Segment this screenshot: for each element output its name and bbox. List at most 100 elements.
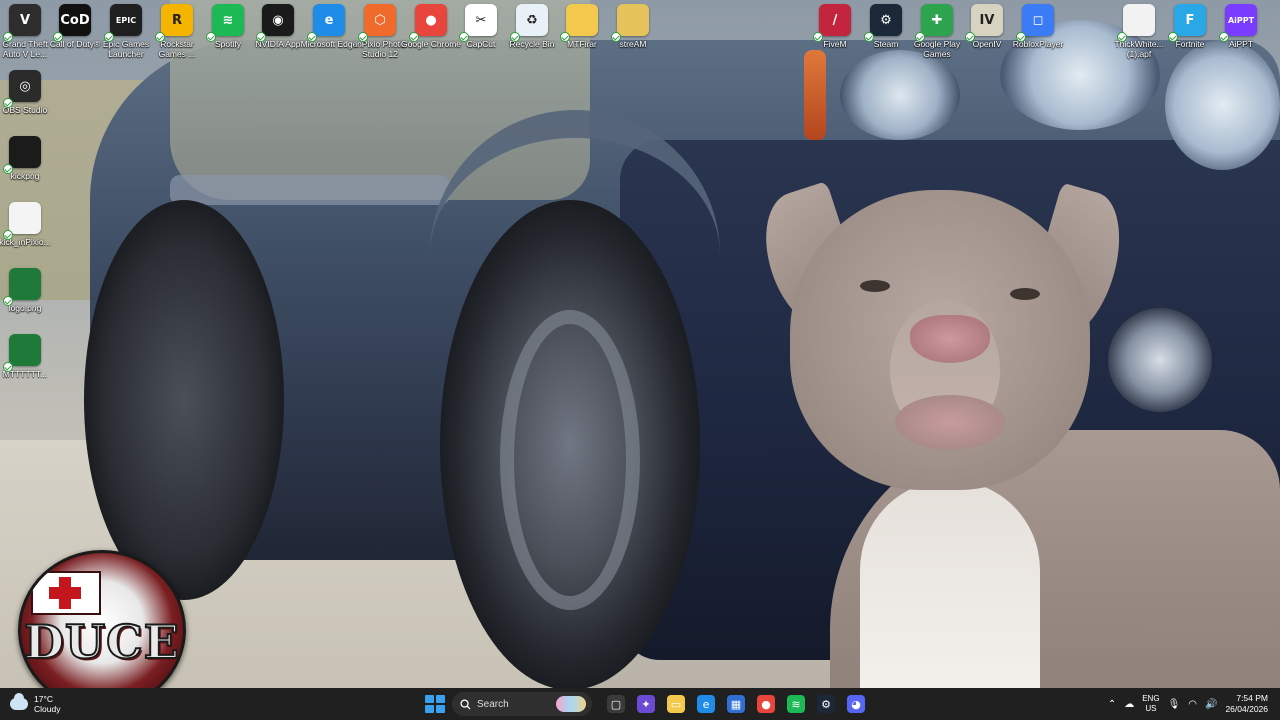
chrome-icon-glyph: ●: [757, 695, 775, 713]
start-button[interactable]: [422, 692, 446, 716]
weather-condition: Cloudy: [34, 704, 61, 714]
desktop-shortcut[interactable]: MTTTTTT...: [0, 334, 50, 394]
nvidia-icon: ◉: [256, 4, 294, 42]
file-explorer-icon[interactable]: ▭: [664, 692, 688, 716]
dog-mouth: [895, 395, 1005, 450]
sync-status-icon: [53, 32, 63, 42]
openiv-icon: IV: [965, 4, 1003, 42]
sync-status-icon: [3, 230, 13, 240]
wifi-icon[interactable]: ◠: [1188, 699, 1197, 710]
weather-temp: 17°C: [34, 694, 53, 704]
windows-logo-square: [436, 695, 445, 703]
taskbar: 17°C Cloudy Search ▢ ✦ ▭ e ▦ ● ≋ ⚙ ◕ ⌃ ☁ ENG US …: [0, 688, 1280, 720]
folder-icon: [560, 4, 598, 42]
chrome-icon: ●: [409, 4, 447, 42]
sync-status-icon: [104, 32, 114, 42]
system-tray: ⌃ ☁ ENG US 🎙 ◠ 🔊 7:54 PM 26/04/2026: [1108, 688, 1272, 720]
sync-status-icon: [3, 164, 13, 174]
desktop-shortcut[interactable]: EPIC Epic Games Launcher: [101, 4, 151, 64]
language-indicator[interactable]: ENG US: [1142, 694, 1159, 714]
sync-status-icon: [965, 32, 975, 42]
desktop-shortcut[interactable]: ⚙ Steam: [861, 4, 911, 64]
chevron-up-icon[interactable]: ⌃: [1108, 699, 1116, 710]
desktop-shortcut[interactable]: ◉ NVIDIA App: [253, 4, 303, 64]
windows-logo-square: [436, 705, 445, 713]
call-of-duty-icon: CoD: [53, 4, 91, 42]
capcut-icon: ✂: [459, 4, 497, 42]
clock-time: 7:54 PM: [1236, 693, 1268, 703]
roblox-icon: ◻: [1016, 4, 1054, 42]
desktop-shortcut[interactable]: MTFirar: [557, 4, 607, 64]
duce-logo-sticker: DUCE: [18, 550, 186, 710]
task-view-icon[interactable]: ▢: [604, 692, 628, 716]
desktop-shortcut[interactable]: streAM: [608, 4, 658, 64]
volume-icon[interactable]: 🔊: [1205, 699, 1217, 710]
sync-status-icon: [358, 32, 368, 42]
weather-widget[interactable]: 17°C Cloudy: [10, 691, 60, 717]
obs-icon: ◎: [3, 70, 41, 108]
wallpaper-rear-tire: [84, 200, 284, 600]
edge-icon-glyph: e: [697, 695, 715, 713]
desktop-shortcut[interactable]: kickpng: [0, 136, 50, 196]
desktop-shortcut[interactable]: ThickWhite... (1).apf: [1114, 4, 1164, 64]
sync-status-icon: [3, 32, 13, 42]
search-label: Search: [477, 698, 509, 710]
steam-icon-glyph: ⚙: [817, 695, 835, 713]
image-file-icon: [3, 136, 41, 174]
desktop-shortcut[interactable]: e Microsoft Edge: [301, 4, 357, 64]
desktop-shortcut[interactable]: kick_inPixio...: [0, 202, 51, 262]
steam-icon[interactable]: ⚙: [814, 692, 838, 716]
microphone-icon[interactable]: 🎙: [1168, 699, 1181, 710]
desktop-shortcut[interactable]: ● Google Chrome: [401, 4, 461, 64]
desktop-shortcut[interactable]: AiPPT AiPPT: [1216, 4, 1266, 64]
copilot-icon-glyph: ✦: [637, 695, 655, 713]
sync-status-icon: [307, 32, 317, 42]
desktop-shortcut[interactable]: V Grand Theft Auto V Le...: [0, 4, 50, 64]
taskbar-center: Search ▢ ✦ ▭ e ▦ ● ≋ ⚙ ◕: [422, 690, 868, 718]
sync-status-icon: [3, 362, 13, 372]
search-highlight-icon: [556, 696, 586, 712]
desktop-shortcut[interactable]: ⬡ inPixio Photo Studio 12: [355, 4, 405, 64]
google-play-games-icon: ✚: [915, 4, 953, 42]
sync-status-icon: [3, 296, 13, 306]
spotify-icon[interactable]: ≋: [784, 692, 808, 716]
discord-icon[interactable]: ◕: [844, 692, 868, 716]
desktop-shortcut[interactable]: ♻ Recycle Bin: [507, 4, 557, 64]
gta-icon: V: [3, 4, 41, 42]
sync-status-icon: [155, 32, 165, 42]
sync-status-icon: [1219, 32, 1229, 42]
onedrive-cloud-icon[interactable]: ☁: [1124, 699, 1134, 710]
taskbar-search[interactable]: Search: [452, 692, 592, 716]
sync-status-icon: [510, 32, 520, 42]
desktop-shortcut[interactable]: R Rockstar Games ...: [152, 4, 202, 64]
copilot-icon[interactable]: ✦: [634, 692, 658, 716]
image-file-icon: [3, 202, 41, 240]
wallpaper-dog: [750, 180, 1280, 688]
desktop-shortcut[interactable]: IV OpenIV: [962, 4, 1012, 64]
desktop-shortcut[interactable]: logo.png: [0, 268, 50, 328]
desktop-shortcut[interactable]: CoD Call of Duty®: [50, 4, 100, 64]
edge-icon: e: [307, 4, 345, 42]
logo-text: DUCE: [23, 614, 180, 670]
desktop-shortcut[interactable]: ◻ RobloxPlayer: [1013, 4, 1063, 64]
clock[interactable]: 7:54 PM 26/04/2026: [1225, 693, 1272, 715]
desktop-shortcut[interactable]: ✂ CapCut: [456, 4, 506, 64]
sync-status-icon: [813, 32, 823, 42]
wallpaper-car-trim: [170, 175, 450, 205]
desktop-shortcut[interactable]: ≋ Spotify: [203, 4, 253, 64]
desktop-shortcut[interactable]: ✚ Google Play Games: [912, 4, 962, 64]
dog-nose: [910, 315, 990, 363]
clock-date: 26/04/2026: [1225, 704, 1268, 714]
sync-status-icon: [206, 32, 216, 42]
desktop-shortcut[interactable]: / FiveM: [810, 4, 860, 64]
spotify-icon: ≋: [206, 4, 244, 42]
recycle-bin-icon: ♻: [510, 4, 548, 42]
image-file-icon: [3, 268, 41, 306]
desktop-shortcut[interactable]: F Fortnite: [1165, 4, 1215, 64]
sync-status-icon: [1016, 32, 1026, 42]
edge-icon[interactable]: e: [694, 692, 718, 716]
chrome-icon[interactable]: ●: [754, 692, 778, 716]
microsoft-store-icon[interactable]: ▦: [724, 692, 748, 716]
fortnite-icon: F: [1168, 4, 1206, 42]
desktop-shortcut[interactable]: ◎ OBS Studio: [0, 70, 50, 130]
